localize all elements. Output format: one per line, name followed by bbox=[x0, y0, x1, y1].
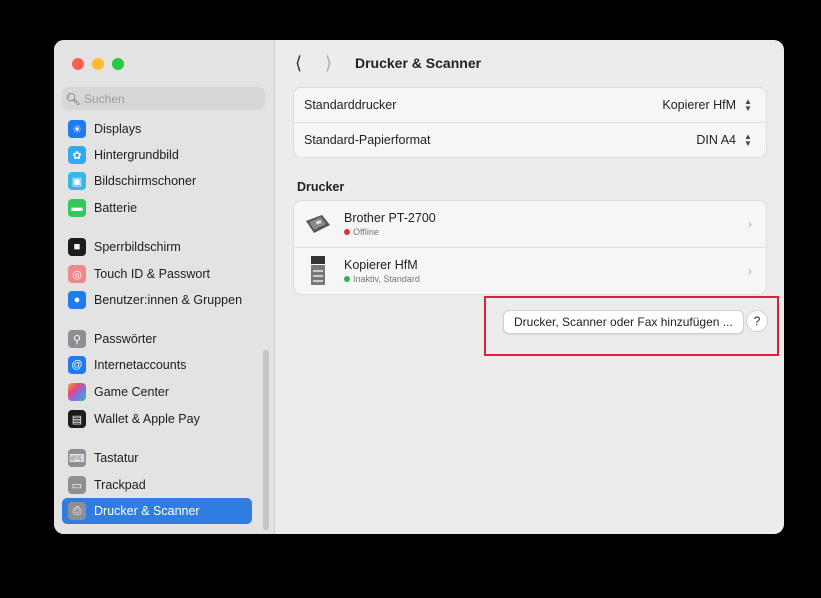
printers-list: Brother PT-2700 Offline › Kopierer HfM I… bbox=[293, 200, 767, 295]
copier-icon bbox=[304, 256, 332, 286]
sidebar-item-label: Bildschirmschoner bbox=[94, 174, 197, 188]
screensaver-icon: ▣ bbox=[68, 172, 86, 190]
default-paper-row[interactable]: Standard-Papierformat DIN A4 ▲ ▼ bbox=[294, 122, 766, 157]
battery-icon: ▬ bbox=[68, 199, 86, 217]
sidebar-item-label: Batterie bbox=[94, 201, 138, 215]
sidebar-item-label: Wallet & Apple Pay bbox=[94, 412, 200, 426]
sidebar-item-label: Sperrbildschirm bbox=[94, 240, 181, 254]
key-icon: ⚲ bbox=[68, 330, 86, 348]
back-chevron-icon[interactable]: ⟨ bbox=[295, 53, 302, 74]
sidebar-item-label: Touch ID & Passwort bbox=[94, 267, 211, 281]
trackpad-icon: ▭ bbox=[68, 476, 86, 494]
chevron-right-icon: › bbox=[748, 264, 752, 278]
sidebar-item-label: Drucker & Scanner bbox=[94, 504, 200, 518]
sidebar-item-label: Benutzer:innen & Gruppen bbox=[94, 293, 243, 307]
sidebar-item-game-center[interactable]: Game Center bbox=[62, 379, 252, 405]
sidebar-item-screensaver[interactable]: ▣ Bildschirmschoner bbox=[62, 168, 252, 194]
printer-status-text: Inaktiv, Standard bbox=[353, 274, 420, 284]
status-dot-icon bbox=[344, 276, 350, 282]
sidebar-item-label: Displays bbox=[94, 122, 142, 136]
sidebar-scrollbar[interactable] bbox=[263, 350, 269, 530]
updown-chevron-icon: ▲ ▼ bbox=[744, 132, 752, 148]
at-icon: @ bbox=[68, 356, 86, 374]
printers-section-title: Drucker bbox=[297, 180, 345, 194]
default-paper-label: Standard-Papierformat bbox=[304, 133, 431, 147]
search-icon: 🔍︎ bbox=[65, 91, 81, 106]
game-center-icon bbox=[68, 383, 86, 401]
fingerprint-icon: ◎ bbox=[68, 265, 86, 283]
sidebar-item-wallpaper[interactable]: ✿ Hintergrundbild bbox=[62, 142, 252, 168]
highlight-box bbox=[484, 296, 779, 356]
wallet-icon: ▤ bbox=[68, 410, 86, 428]
sidebar: 🔍︎ Suchen ☀ Displays ✿ Hintergrundbild ▣… bbox=[54, 40, 275, 534]
close-window-button[interactable] bbox=[72, 58, 84, 70]
defaults-card: Standarddrucker Kopierer HfM ▲ ▼ Standard… bbox=[293, 87, 767, 158]
sidebar-item-printers[interactable]: ⎙ Drucker & Scanner bbox=[62, 498, 252, 524]
sidebar-item-internet-accounts[interactable]: @ Internetaccounts bbox=[62, 352, 252, 378]
sidebar-item-lock-screen[interactable]: ■ Sperrbildschirm bbox=[62, 234, 252, 260]
window-controls bbox=[72, 58, 124, 70]
label-printer-icon bbox=[304, 209, 332, 239]
printer-status: Inaktiv, Standard bbox=[344, 274, 420, 284]
forward-chevron-icon[interactable]: ⟩ bbox=[325, 53, 332, 74]
default-paper-select[interactable]: DIN A4 ▲ ▼ bbox=[696, 132, 754, 148]
chevron-right-icon: › bbox=[748, 217, 752, 231]
sidebar-item-label: Hintergrundbild bbox=[94, 148, 179, 162]
default-paper-value: DIN A4 bbox=[696, 133, 736, 147]
sidebar-item-battery[interactable]: ▬ Batterie bbox=[62, 195, 252, 221]
printer-row-kopierer[interactable]: Kopierer HfM Inaktiv, Standard › bbox=[294, 247, 766, 294]
default-printer-label: Standarddrucker bbox=[304, 98, 397, 112]
toolbar: ⟨ ⟩ Drucker & Scanner bbox=[275, 40, 784, 86]
sidebar-item-label: Passwörter bbox=[94, 332, 157, 346]
default-printer-value: Kopierer HfM bbox=[662, 98, 736, 112]
printer-name: Kopierer HfM bbox=[344, 258, 418, 272]
page-title: Drucker & Scanner bbox=[355, 55, 482, 71]
wallpaper-icon: ✿ bbox=[68, 146, 86, 164]
displays-icon: ☀ bbox=[68, 120, 86, 138]
users-icon: ● bbox=[68, 291, 86, 309]
minimize-window-button[interactable] bbox=[92, 58, 104, 70]
sidebar-item-passwords[interactable]: ⚲ Passwörter bbox=[62, 326, 252, 352]
sidebar-item-label: Tastatur bbox=[94, 451, 139, 465]
search-input[interactable]: 🔍︎ Suchen bbox=[62, 87, 265, 110]
sidebar-item-touch-id[interactable]: ◎ Touch ID & Passwort bbox=[62, 261, 252, 287]
sidebar-item-label: Game Center bbox=[94, 385, 170, 399]
sidebar-item-label: Trackpad bbox=[94, 478, 146, 492]
updown-chevron-icon: ▲ ▼ bbox=[744, 97, 752, 113]
printer-name: Brother PT-2700 bbox=[344, 211, 436, 225]
status-dot-icon bbox=[344, 229, 350, 235]
sidebar-item-label: Internetaccounts bbox=[94, 358, 187, 372]
sidebar-item-displays[interactable]: ☀ Displays bbox=[62, 116, 252, 142]
search-placeholder: Suchen bbox=[84, 91, 125, 106]
sidebar-item-users[interactable]: ● Benutzer:innen & Gruppen bbox=[62, 287, 252, 313]
printer-status-text: Offline bbox=[353, 227, 379, 237]
keyboard-icon: ⌨ bbox=[68, 449, 86, 467]
printer-row-brother[interactable]: Brother PT-2700 Offline › bbox=[294, 201, 766, 247]
sidebar-item-keyboard[interactable]: ⌨ Tastatur bbox=[62, 445, 252, 471]
printer-icon: ⎙ bbox=[68, 502, 86, 520]
settings-window: 🔍︎ Suchen ☀ Displays ✿ Hintergrundbild ▣… bbox=[54, 40, 784, 534]
default-printer-select[interactable]: Kopierer HfM ▲ ▼ bbox=[662, 97, 754, 113]
lock-screen-icon: ■ bbox=[68, 238, 86, 256]
default-printer-row[interactable]: Standarddrucker Kopierer HfM ▲ ▼ bbox=[294, 88, 766, 122]
sidebar-item-wallet[interactable]: ▤ Wallet & Apple Pay bbox=[62, 406, 252, 432]
printer-status: Offline bbox=[344, 227, 436, 237]
main-content: ⟨ ⟩ Drucker & Scanner Standarddrucker Ko… bbox=[275, 40, 784, 534]
zoom-window-button[interactable] bbox=[112, 58, 124, 70]
sidebar-item-trackpad[interactable]: ▭ Trackpad bbox=[62, 472, 252, 498]
